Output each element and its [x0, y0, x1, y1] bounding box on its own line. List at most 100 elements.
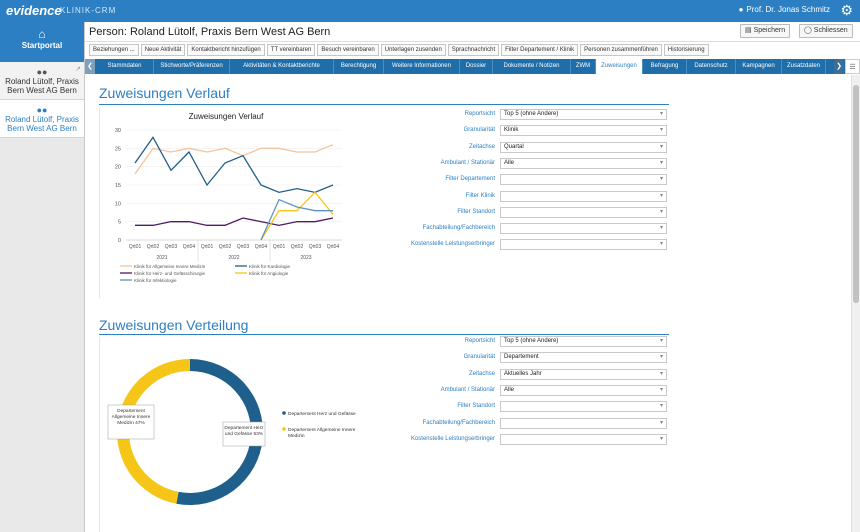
chevron-down-icon: ▾: [659, 403, 663, 410]
tab-stammdaten[interactable]: Stammdaten: [96, 59, 154, 74]
filter-label: Ambulant / Stationär: [440, 159, 495, 166]
action-button[interactable]: Unterlagen zusenden: [380, 44, 446, 56]
chevron-down-icon: ▾: [659, 354, 663, 361]
tab-dokumente-notizen[interactable]: Dokumente / Notizen: [493, 59, 571, 74]
tab-berechtigung[interactable]: Berechtigung: [334, 59, 384, 74]
filter-select[interactable]: Aktuelles Jahr ▾: [500, 368, 667, 380]
filter-label: Granularität: [463, 127, 495, 134]
filter-select[interactable]: Departement ▾: [500, 352, 667, 364]
filter-label: Filter Standort: [457, 208, 495, 215]
user-menu[interactable]: ● Prof. Dr. Jonas Schmitz: [739, 5, 830, 14]
tab-weitere-informationen[interactable]: Weitere Informationen: [384, 59, 460, 74]
tab-menu-icon[interactable]: ☰: [845, 59, 860, 74]
close-button[interactable]: ◯ Schliessen: [799, 24, 853, 38]
filter-select[interactable]: ▾: [500, 417, 667, 429]
y-tick-label: 30: [115, 128, 121, 134]
action-button[interactable]: TT vereinbaren: [266, 44, 316, 56]
action-button[interactable]: Beziehungen ...: [89, 44, 139, 56]
filter-select[interactable]: ▾: [500, 206, 667, 218]
x-tick-label: Qrt04: [255, 244, 268, 250]
action-button[interactable]: Filter Departement / Klinik: [501, 44, 579, 56]
action-button[interactable]: Neue Aktivität: [140, 44, 186, 56]
tab-zusatzdaten[interactable]: Zusatzdaten: [782, 59, 826, 74]
tab-stichworte-pr-ferenzen[interactable]: Stichworte/Präferenzen: [154, 59, 230, 74]
action-button[interactable]: Sprachnachricht: [447, 44, 500, 56]
tab-kampagnen[interactable]: Kampagnen: [736, 59, 782, 74]
chevron-down-icon: ▾: [659, 176, 663, 183]
home-icon: ⌂: [38, 27, 46, 41]
tab-scroll-right-icon[interactable]: ❯: [834, 59, 844, 74]
filter-label: Ambulant / Stationär: [440, 386, 495, 393]
x-group-label: 2022: [228, 255, 239, 261]
x-tick-label: Qrt04: [327, 244, 340, 250]
line-chart[interactable]: Zuweisungen Verlauf 0 5 10 15 20 25 30 Qrt01 Qrt0…: [100, 108, 352, 298]
tab-aktivit-ten-kontaktberichte[interactable]: Aktivitäten & Kontaktberichte: [230, 59, 334, 74]
filter-select[interactable]: Klinik ▾: [500, 125, 667, 137]
tab-dossier[interactable]: Dossier: [460, 59, 493, 74]
external-link-icon[interactable]: ↗: [75, 65, 81, 73]
line-chart-box: Zuweisungen Verlauf 0 5 10 15 20 25 30 Qrt01 Qrt0…: [99, 108, 351, 298]
legend-label: Departement Allgemeine Innere Medizin: [288, 427, 356, 439]
action-button[interactable]: Historisierung: [663, 44, 709, 56]
sidebar-item-person-active[interactable]: ●● Roland Lütolf, Praxis Bern West AG Be…: [0, 100, 84, 138]
y-tick-label: 25: [115, 146, 121, 152]
sidebar-item-person[interactable]: ↗ ●● Roland Lütolf, Praxis Bern West AG …: [0, 62, 84, 100]
legend-label: Departement Herz und Gefässe: [288, 411, 356, 417]
filter-select[interactable]: Alle ▾: [500, 157, 667, 169]
filter-value: Quartal: [504, 143, 524, 150]
filter-label: Filter Klinik: [465, 192, 495, 199]
chevron-down-icon: ▾: [659, 370, 663, 377]
x-tick-label: Qrt03: [165, 244, 178, 250]
chevron-down-icon: ▾: [659, 143, 663, 150]
filter-label: Filter Standort: [457, 403, 495, 410]
save-button[interactable]: ▤ Speichern: [740, 24, 791, 38]
filter-value: Alle: [504, 159, 515, 166]
app-subtitle: KLINIK-CRM: [60, 6, 117, 15]
filter-select[interactable]: ▾: [500, 433, 667, 445]
user-name: Prof. Dr. Jonas Schmitz: [746, 5, 830, 14]
filter-select[interactable]: Top 5 (ohne Andere) ▾: [500, 336, 667, 347]
tab-zwm[interactable]: ZWM: [571, 59, 596, 74]
donut-chart-box: Departement Herz und Gefässe 53% Departeme…: [99, 337, 356, 532]
x-tick-label: Qrt04: [183, 244, 196, 250]
page-title: Person: Roland Lütolf, Praxis Bern West …: [89, 26, 331, 38]
tab-scroll-left-icon[interactable]: ❮: [85, 59, 95, 74]
app-logo[interactable]: evidence: [6, 3, 62, 18]
filter-value: Top 5 (ohne Andere): [504, 111, 559, 117]
sidebar-item-startportal[interactable]: ⌂ Startportal: [0, 22, 84, 62]
filter-select[interactable]: Quartal ▾: [500, 141, 667, 153]
scrollbar-thumb[interactable]: [853, 85, 859, 303]
section-title-verlauf: Zuweisungen Verlauf: [99, 85, 230, 101]
chevron-down-icon: ▾: [659, 225, 663, 232]
filter-select[interactable]: ▾: [500, 401, 667, 413]
filter-select[interactable]: ▾: [500, 239, 667, 251]
legend-swatch: [282, 427, 286, 431]
filter-value: Alle: [504, 386, 515, 393]
legend-swatch: [282, 411, 286, 415]
x-tick-label: Qrt03: [237, 244, 250, 250]
x-group-label: 2021: [156, 255, 167, 261]
action-button[interactable]: Besuch vereinbaren: [317, 44, 379, 56]
series-line[interactable]: [134, 136, 334, 194]
gear-icon[interactable]: ⚙: [840, 2, 853, 19]
filter-label: Kostenstelle Leistungserbringer: [410, 241, 495, 248]
tab-zuweisungen[interactable]: Zuweisungen: [596, 59, 643, 74]
page-header: Person: Roland Lütolf, Praxis Bern West …: [85, 22, 860, 42]
donut-chart[interactable]: Departement Herz und Gefässe 53%Departeme…: [100, 337, 365, 532]
filter-select[interactable]: ▾: [500, 223, 667, 235]
tab-datenschutz[interactable]: Datenschutz: [687, 59, 736, 74]
filter-label: Reportsicht: [464, 338, 495, 344]
filter-select[interactable]: Top 5 (ohne Andere) ▾: [500, 109, 667, 120]
action-button[interactable]: Personen zusammenführen: [580, 44, 662, 56]
legend-label: Klinik für Herz- und Gefässchirurgie: [134, 271, 206, 276]
chart-title: Zuweisungen Verlauf: [189, 112, 264, 121]
main-panel: Person: Roland Lütolf, Praxis Bern West …: [85, 22, 860, 532]
tab-befragung[interactable]: Befragung: [643, 59, 687, 74]
people-icon: ●●: [36, 105, 48, 115]
filter-select[interactable]: ▾: [500, 174, 667, 186]
action-button[interactable]: Kontaktbericht hinzufügen: [187, 44, 265, 56]
scrollbar[interactable]: [851, 75, 860, 532]
filter-select[interactable]: Alle ▾: [500, 384, 667, 396]
top-bar: evidence KLINIK-CRM ● Prof. Dr. Jonas Sch…: [0, 0, 860, 22]
filter-select[interactable]: ▾: [500, 190, 667, 202]
